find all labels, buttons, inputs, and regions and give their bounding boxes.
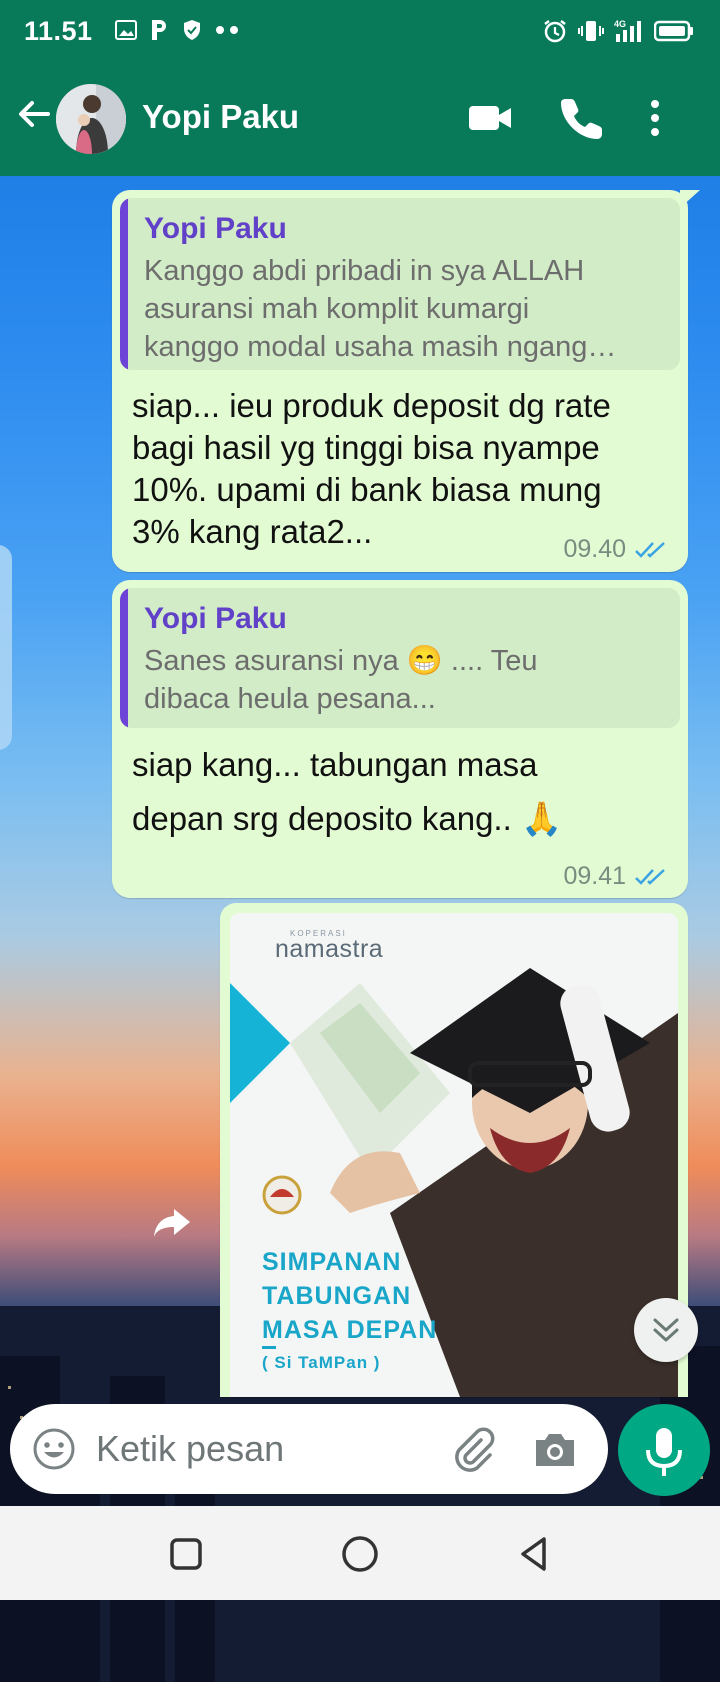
back-nav-icon[interactable] (514, 1534, 554, 1574)
brand-name: namastra (275, 935, 384, 963)
voice-call-icon[interactable] (558, 94, 606, 142)
message-composer: Ketik pesan (10, 1404, 608, 1494)
status-bar: 11.51 4G (0, 0, 720, 64)
message-meta: 09.41 (563, 862, 668, 891)
system-navigation-bar (0, 1506, 720, 1600)
camera-icon[interactable] (532, 1428, 578, 1470)
home-icon[interactable] (340, 1534, 380, 1574)
message-time: 09.41 (563, 862, 626, 890)
status-time: 11.51 (24, 16, 93, 46)
brochure-title: SIMPANAN TABUNGAN MASA DEPAN (262, 1245, 437, 1347)
attach-icon[interactable] (450, 1426, 496, 1472)
avatar-photo (56, 84, 126, 154)
dots-icon (216, 26, 238, 34)
message-bubble[interactable]: Yopi Paku Sanes asuransi nya 😁 .... Teu … (112, 580, 688, 898)
message-meta: 09.40 (563, 535, 668, 564)
quoted-message[interactable]: Yopi Paku Kanggo abdi pribadi in sya ALL… (120, 198, 680, 370)
message-text: siap... ieu produk deposit dg rate bagi … (132, 387, 611, 550)
message-time: 09.40 (563, 535, 626, 563)
forward-icon[interactable] (152, 1205, 192, 1241)
title-line: TABUNGAN (262, 1282, 412, 1310)
scroll-to-bottom-button[interactable] (634, 1298, 698, 1362)
emoji-icon[interactable] (32, 1427, 76, 1471)
back-arrow-icon[interactable] (14, 94, 54, 134)
video-call-icon[interactable] (466, 94, 514, 142)
contact-name[interactable]: Yopi Paku (142, 98, 299, 136)
bubble-tail (680, 190, 700, 208)
quoted-message[interactable]: Yopi Paku Sanes asuransi nya 😁 .... Teu … (120, 588, 680, 728)
recents-icon[interactable] (166, 1534, 206, 1574)
quote-text: Kanggo abdi pribadi in sya ALLAH asurans… (144, 255, 617, 363)
brochure-subtitle: ( Si TaMPan ) (262, 1353, 381, 1372)
image-message[interactable]: KOPERASI namastra SIMPANAN TABUNGAN MASA… (220, 903, 688, 1397)
signal-4g-icon: 4G (614, 19, 641, 42)
double-chevron-down-icon (653, 1318, 679, 1342)
battery-icon (654, 20, 693, 42)
message-text: siap kang... tabungan masa depan srg dep… (132, 746, 563, 837)
quote-bar (120, 198, 128, 370)
shared-photo[interactable]: KOPERASI namastra SIMPANAN TABUNGAN MASA… (230, 913, 678, 1397)
quote-author: Yopi Paku (144, 602, 287, 635)
more-options-icon[interactable] (640, 94, 670, 142)
message-bubble[interactable]: Yopi Paku Kanggo abdi pribadi in sya ALL… (112, 190, 700, 572)
mic-icon (646, 1428, 682, 1476)
read-ticks-icon (635, 541, 665, 558)
vibrate-icon (578, 21, 604, 41)
shield-icon (184, 20, 200, 40)
parking-icon (152, 20, 166, 40)
chat-header: Yopi Paku (0, 64, 720, 176)
quote-bar (120, 588, 128, 728)
voice-record-button[interactable] (618, 1404, 710, 1496)
svg-text:4G: 4G (614, 19, 626, 29)
title-dash (262, 1346, 276, 1349)
message-input[interactable]: Ketik pesan (96, 1428, 284, 1470)
title-line: MASA DEPAN (262, 1316, 438, 1344)
quote-text: Sanes asuransi nya 😁 .... Teu dibaca heu… (144, 645, 538, 715)
contact-avatar[interactable] (56, 84, 126, 154)
side-panel-handle[interactable] (0, 545, 12, 750)
quote-author: Yopi Paku (144, 212, 287, 245)
alarm-icon (544, 20, 566, 43)
read-ticks-icon (635, 868, 665, 885)
title-line: SIMPANAN (262, 1248, 402, 1276)
gallery-icon (115, 20, 137, 40)
